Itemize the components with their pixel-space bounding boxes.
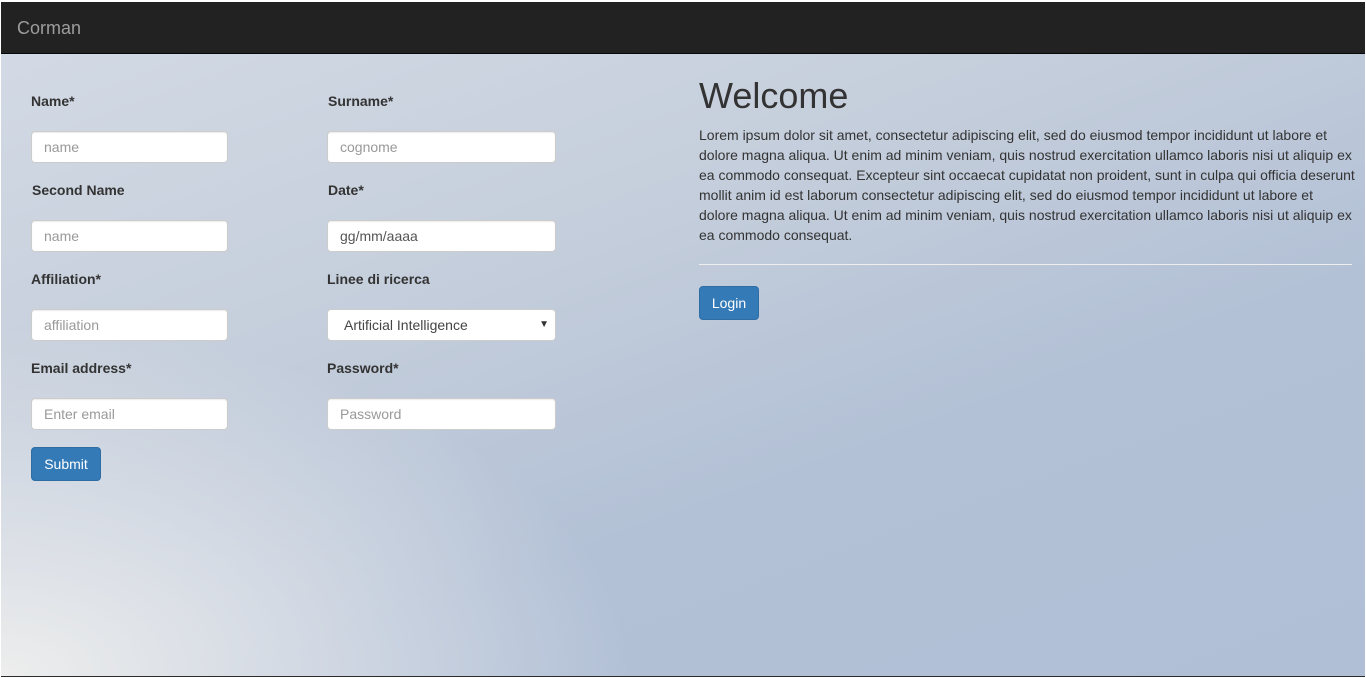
welcome-text: Lorem ipsum dolor sit amet, consectetur … (699, 127, 1355, 243)
divider (699, 264, 1352, 265)
submit-button[interactable]: Submit (31, 447, 101, 481)
second-name-label: Second Name (32, 182, 125, 198)
navbar: Corman (1, 2, 1365, 54)
page-frame: Corman Name* name Surname* cognome Secon… (1, 2, 1365, 677)
research-lines-selected: Artificial Intelligence (344, 317, 468, 333)
date-label: Date* (328, 182, 364, 198)
password-input[interactable]: Password (327, 398, 556, 430)
welcome-title: Welcome (699, 75, 849, 116)
name-label: Name* (31, 93, 75, 109)
caret-down-icon: ▼ (539, 319, 549, 330)
brand-link[interactable]: Corman (17, 17, 81, 39)
research-lines-label: Linee di ricerca (327, 271, 430, 287)
login-button[interactable]: Login (699, 286, 759, 320)
surname-label: Surname* (328, 93, 394, 109)
date-input[interactable]: gg/mm/aaaa (327, 220, 556, 252)
password-label: Password* (327, 360, 399, 376)
email-label: Email address* (31, 360, 132, 376)
name-input[interactable]: name (31, 131, 228, 163)
affiliation-input[interactable]: affiliation (31, 309, 228, 341)
second-name-input[interactable]: name (31, 220, 228, 252)
research-lines-select[interactable]: Artificial Intelligence ▼ (327, 309, 556, 341)
main-content: Name* name Surname* cognome Second Name … (1, 54, 1365, 677)
surname-input[interactable]: cognome (327, 131, 556, 163)
affiliation-label: Affiliation* (31, 271, 101, 287)
email-input[interactable]: Enter email (31, 398, 228, 430)
